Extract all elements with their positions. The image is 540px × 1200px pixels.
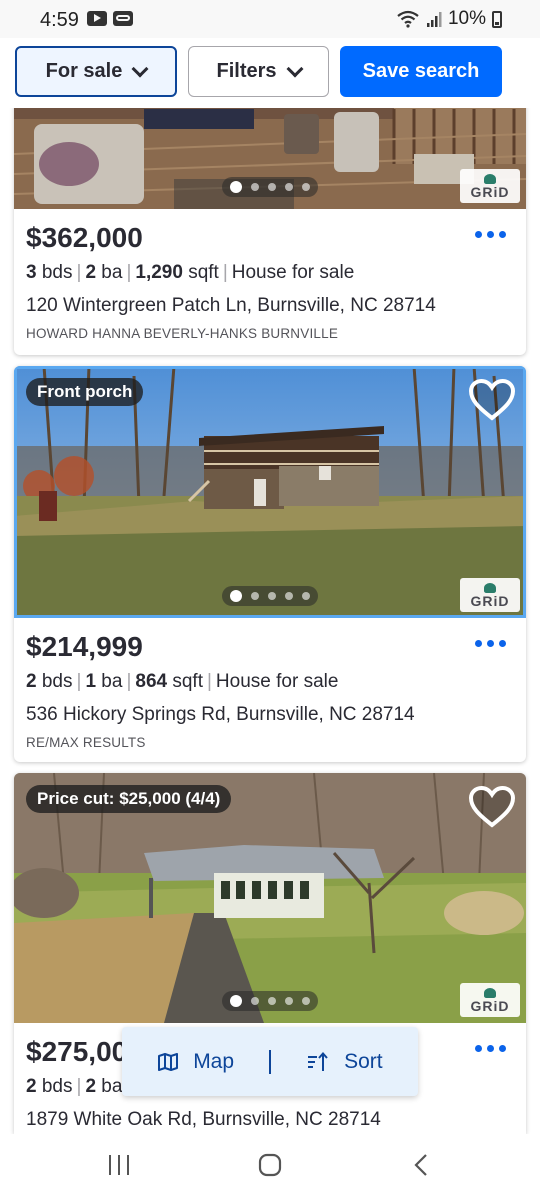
youtube-icon bbox=[87, 11, 107, 26]
listing-price: $362,000 bbox=[26, 222, 143, 253]
grid-logo-mark bbox=[484, 173, 496, 184]
beds-unit: bds bbox=[41, 1076, 73, 1097]
filter-bar-overlay: For sale Filters Save search bbox=[0, 38, 540, 108]
listing-info: $214,999 2 bds | 1 ba | 864 sqft | House for s… bbox=[14, 618, 526, 750]
for-sale-label: For sale bbox=[45, 60, 123, 82]
carousel-dot bbox=[268, 183, 276, 191]
recents-icon[interactable] bbox=[107, 1152, 131, 1178]
beds-unit: bds bbox=[41, 671, 73, 692]
listing-address: 120 Wintergreen Patch Ln, Burnsville, NC… bbox=[26, 295, 436, 316]
grid-logo-mark bbox=[484, 987, 496, 998]
status-time: 4:59 bbox=[40, 9, 79, 31]
photo-badge: Front porch bbox=[26, 378, 144, 406]
sqft-value: 864 bbox=[135, 671, 168, 692]
listing-broker: RE/MAX RESULTS bbox=[26, 735, 146, 750]
listing-broker: HOWARD HANNA BEVERLY-HANKS BURNVILLE bbox=[26, 326, 339, 341]
battery-icon bbox=[492, 10, 502, 28]
voicemail-icon bbox=[113, 11, 133, 26]
photo-badge: Price cut: $25,000 (4/4) bbox=[26, 785, 232, 813]
photo-carousel-dots[interactable] bbox=[222, 177, 318, 197]
beds-unit: bds bbox=[41, 262, 73, 283]
filters-label: Filters bbox=[216, 60, 277, 82]
baths-unit: ba bbox=[101, 671, 123, 692]
listing-card[interactable]: Front porch GRiD $214,999 2 bds | 1 ba | 864… bbox=[14, 366, 526, 762]
listing-facts: 2 bds | 1 ba | 864 sqft | House for sale bbox=[26, 671, 339, 692]
back-icon[interactable] bbox=[412, 1152, 430, 1178]
carousel-dot bbox=[230, 590, 242, 602]
grid-logo-mark bbox=[484, 582, 496, 593]
baths-unit: ba bbox=[101, 262, 123, 283]
carousel-dot bbox=[302, 997, 310, 1005]
more-icon[interactable] bbox=[475, 640, 506, 647]
save-search-button[interactable]: Save search bbox=[340, 46, 502, 97]
listing-photo[interactable]: Price cut: $25,000 (4/4) GRiD bbox=[14, 773, 526, 1023]
listing-price: $214,999 bbox=[26, 631, 143, 662]
carousel-dot bbox=[302, 592, 310, 600]
carousel-dot bbox=[268, 592, 276, 600]
map-label: Map bbox=[193, 1049, 235, 1073]
home-icon[interactable] bbox=[257, 1152, 283, 1178]
beds-value: 2 bbox=[26, 671, 37, 692]
sort-label: Sort bbox=[344, 1049, 383, 1073]
listing-type: House for sale bbox=[215, 671, 339, 692]
status-right: 10% bbox=[396, 8, 502, 30]
baths-value: 2 bbox=[85, 1076, 97, 1097]
for-sale-dropdown[interactable]: For sale bbox=[15, 46, 177, 97]
grid-logo: GRiD bbox=[460, 983, 520, 1017]
sqft-value: 1,290 bbox=[135, 262, 183, 283]
carousel-dot bbox=[251, 997, 259, 1005]
baths-unit: ba bbox=[101, 1076, 123, 1097]
battery-percent: 10% bbox=[447, 8, 486, 29]
carousel-dot bbox=[251, 183, 259, 191]
carousel-dot bbox=[268, 997, 276, 1005]
listing-type: House for sale bbox=[231, 262, 355, 283]
carousel-dot bbox=[285, 997, 293, 1005]
map-button[interactable]: Map bbox=[122, 1050, 269, 1074]
save-search-label: Save search bbox=[362, 60, 480, 82]
listing-address: 536 Hickory Springs Rd, Burnsville, NC 2… bbox=[26, 704, 415, 725]
listing-address: 1879 White Oak Rd, Burnsville, NC 28714 bbox=[26, 1109, 381, 1130]
grid-logo-text: GRiD bbox=[470, 997, 510, 1014]
photo-carousel-dots[interactable] bbox=[222, 991, 318, 1011]
wifi-icon bbox=[397, 10, 419, 28]
grid-logo: GRiD bbox=[460, 169, 520, 203]
status-bar: 4:59 10% bbox=[0, 0, 540, 38]
status-notification-icons bbox=[87, 11, 133, 26]
map-sort-toggle: Map Sort bbox=[122, 1027, 418, 1096]
carousel-dot bbox=[285, 592, 293, 600]
system-nav-bar bbox=[0, 1134, 540, 1200]
grid-logo-text: GRiD bbox=[470, 183, 510, 200]
sqft-unit: sqft bbox=[172, 671, 203, 692]
map-icon bbox=[158, 1052, 179, 1071]
grid-logo: GRiD bbox=[460, 578, 520, 612]
more-icon[interactable] bbox=[475, 1045, 506, 1052]
grid-logo-text: GRiD bbox=[470, 592, 510, 609]
sort-button[interactable]: Sort bbox=[271, 1050, 418, 1074]
carousel-dot bbox=[302, 183, 310, 191]
heart-icon[interactable] bbox=[468, 785, 516, 829]
carousel-dot bbox=[230, 181, 242, 193]
chevron-down-icon bbox=[286, 60, 304, 77]
beds-value: 2 bbox=[26, 1076, 37, 1097]
filters-button[interactable]: Filters bbox=[188, 46, 329, 97]
more-icon[interactable] bbox=[475, 231, 506, 238]
signal-icon bbox=[426, 12, 442, 27]
heart-icon[interactable] bbox=[468, 378, 516, 422]
listing-info: $362,000 3 bds | 2 ba | 1,290 sqft | House for… bbox=[14, 209, 526, 341]
sort-icon bbox=[308, 1051, 328, 1071]
baths-value: 2 bbox=[85, 262, 97, 283]
carousel-dot bbox=[251, 592, 259, 600]
sqft-unit: sqft bbox=[188, 262, 219, 283]
listing-facts: 3 bds | 2 ba | 1,290 sqft | House for sale bbox=[26, 262, 355, 283]
beds-value: 3 bbox=[26, 262, 37, 283]
baths-value: 1 bbox=[85, 671, 97, 692]
listing-photo[interactable]: Front porch GRiD bbox=[14, 366, 526, 618]
carousel-dot bbox=[285, 183, 293, 191]
carousel-dot bbox=[230, 995, 242, 1007]
photo-carousel-dots[interactable] bbox=[222, 586, 318, 606]
chevron-down-icon bbox=[131, 60, 149, 77]
